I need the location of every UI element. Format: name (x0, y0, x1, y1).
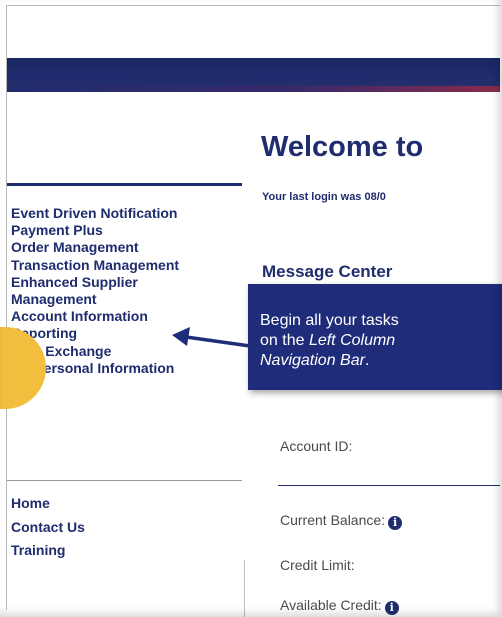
current-balance-row: Current Balance: i (280, 512, 403, 530)
header-banner-accent (7, 86, 500, 92)
last-login-text: Your last login was 08/0 (262, 191, 386, 203)
current-balance-info-icon[interactable]: i (388, 516, 403, 530)
available-credit-info-icon[interactable]: i (384, 601, 399, 615)
account-id-label: Account ID: (280, 438, 353, 454)
secondary-navigation: Home Contact Us Training (11, 492, 85, 563)
message-center-heading: Message Center (262, 262, 393, 281)
nav-item-event-driven-notification[interactable]: Event Driven Notification (11, 205, 179, 222)
left-column-border (244, 560, 245, 617)
nav-item-transaction-management[interactable]: Transaction Management (11, 257, 179, 274)
nav-item-reporting[interactable]: Reporting (11, 325, 179, 342)
available-credit-label: Available Credit: (280, 597, 382, 613)
callout-left-column-text: Left Column (308, 332, 396, 349)
callout-line-2-prefix: on the (260, 332, 309, 349)
nav-item-order-management[interactable]: Order Management (11, 239, 179, 256)
nav-item-enhanced-supplier[interactable]: Enhanced Supplier (11, 274, 179, 291)
nav-item-account-information[interactable]: Account Information (11, 308, 179, 325)
account-section-rule (278, 485, 500, 486)
nav-link-home[interactable]: Home (11, 492, 85, 516)
callout-line-3-suffix: . (364, 352, 370, 369)
nav-link-training[interactable]: Training (11, 539, 85, 563)
nav-item-payment-plus[interactable]: Payment Plus (11, 222, 179, 239)
credit-limit-label: Credit Limit: (280, 557, 355, 573)
navigation-tip-callout: Begin all your tasks on the Left Column … (248, 284, 502, 390)
callout-line-1: Begin all your tasks (260, 312, 399, 329)
callout-navigation-bar-text: Navigation Bar (260, 352, 365, 369)
callout-line-2: on the Left Column (260, 331, 502, 351)
left-nav-top-rule (7, 183, 242, 186)
nav-link-contact-us[interactable]: Contact Us (11, 516, 85, 540)
callout-line-3: Navigation Bar. (260, 351, 502, 371)
available-credit-row: Available Credit: i (280, 597, 399, 615)
welcome-heading: Welcome to (261, 131, 424, 163)
nav-separator (7, 480, 242, 481)
current-balance-label: Current Balance: (280, 512, 386, 528)
nav-item-management[interactable]: Management (11, 291, 179, 308)
